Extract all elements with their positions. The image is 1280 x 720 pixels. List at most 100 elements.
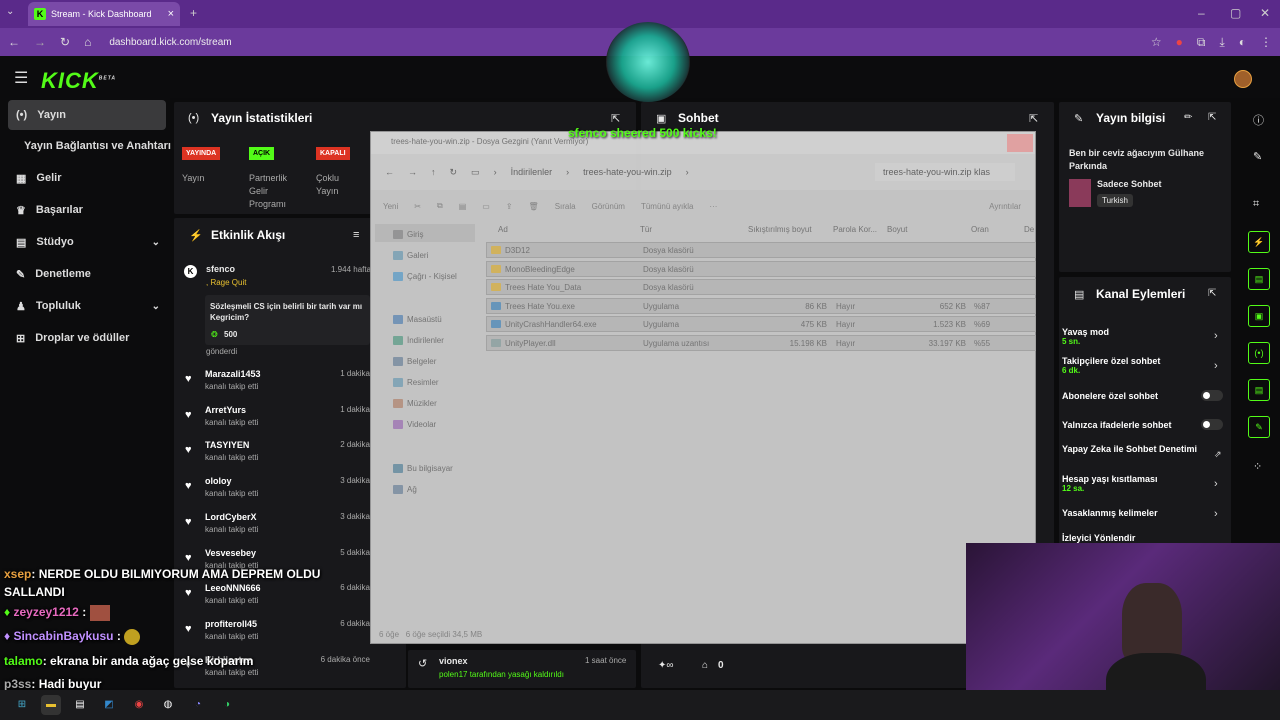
hamburger-menu-icon[interactable]: ☰ [14, 68, 28, 88]
puzzle-icon[interactable]: ⧉ [1197, 35, 1206, 50]
up-icon[interactable]: ↑ [431, 167, 436, 177]
tab-list-icon[interactable]: ⌄ [6, 6, 14, 17]
column-header[interactable]: Tür [640, 225, 652, 234]
delete-icon[interactable]: 🗑 [529, 202, 539, 211]
popout-icon[interactable]: ⇱ [611, 112, 620, 125]
discord-taskbar-icon[interactable]: ◔ [188, 695, 208, 715]
edit-pencil-icon[interactable]: ✏ [1184, 112, 1192, 123]
details-button[interactable]: Ayrıntılar [989, 202, 1021, 211]
wrench-rail-icon[interactable]: ✎ [1248, 416, 1270, 438]
pencil-icon[interactable]: ✎ [1253, 150, 1262, 163]
nav-onedrive[interactable]: Çağrı - Kişisel [393, 272, 457, 282]
file-row[interactable]: D3D12 Dosya klasörü [486, 242, 1036, 258]
close-window-icon[interactable]: ✕ [1260, 6, 1270, 20]
subscribers-only-toggle[interactable] [1201, 390, 1223, 401]
chat-rail-icon[interactable]: ▣ [1248, 305, 1270, 327]
activity-row[interactable]: ♥ LordCyberX kanalı takip etti 3 dakika [180, 512, 370, 548]
file-explorer-window[interactable]: trees-hate-you-win.zip - Dosya Gezgini (… [370, 131, 1036, 644]
extract-all-button[interactable]: Tümünü ayıkla [641, 202, 693, 211]
sidebar-item-stream-key[interactable]: Yayın Bağlantısı ve Anahtarı [16, 131, 174, 161]
menu-icon[interactable]: ⋮ [1260, 35, 1272, 49]
explorer-search-input[interactable]: trees-hate-you-win.zip klas [875, 163, 1015, 181]
breadcrumb-downloads[interactable]: İndirilenler [511, 167, 553, 177]
explorer-close-button[interactable] [1007, 134, 1033, 152]
download-icon[interactable]: ⤓ [1219, 35, 1224, 50]
file-row[interactable]: Trees Hate You_Data Dosya klasörü [486, 279, 1036, 296]
activity-row[interactable]: ♥ ololoy kanalı takip etti 3 dakika [180, 476, 370, 512]
file-row[interactable]: UnityCrashHandler64.exe Uygulama 475 KB Hay… [486, 316, 1036, 333]
chrome-taskbar-icon[interactable]: ◉ [129, 695, 149, 715]
sidebar-item-studyo[interactable]: ▤ Stüdyo ⌄ [8, 227, 166, 257]
ai-moderation-item[interactable]: Yapay Zeka ile Sohbet Denetimi [1062, 444, 1202, 454]
back-icon[interactable]: ← [8, 35, 20, 49]
emotes-only-toggle[interactable] [1201, 419, 1223, 430]
sort-button[interactable]: Sırala [555, 202, 576, 211]
more-icon[interactable]: ··· [709, 202, 717, 211]
home-icon[interactable]: ⌂ [84, 35, 91, 49]
forward-icon[interactable]: → [34, 35, 46, 49]
nav-documents[interactable]: Belgeler [393, 357, 436, 367]
column-header[interactable]: Ad [498, 225, 508, 234]
bookmark-star-icon[interactable]: ☆ [1151, 35, 1162, 49]
actions-rail-icon[interactable]: ▤ [1248, 379, 1270, 401]
column-header[interactable]: Boyut [887, 225, 907, 234]
notes-rail-icon[interactable]: ▤ [1248, 268, 1270, 290]
nav-pictures[interactable]: Resimler [393, 378, 439, 388]
store-icon[interactable]: ⌂ [702, 660, 708, 671]
start-icon[interactable]: ⊞ [12, 695, 32, 715]
share-icon[interactable]: ⇪ [506, 202, 513, 211]
column-header[interactable]: Parola Kor... [833, 225, 877, 234]
profile-icon[interactable]: ◐ [1239, 35, 1246, 49]
actions-popout-icon[interactable]: ⇱ [1208, 288, 1216, 299]
nav-downloads[interactable]: İndirilenler [393, 336, 444, 346]
reload-icon[interactable]: ↻ [60, 35, 70, 49]
browser-tab[interactable]: K Stream - Kick Dashboard × [28, 2, 180, 26]
sidebar-item-gelir[interactable]: ▦ Gelir [8, 163, 166, 193]
file-row[interactable]: UnityPlayer.dll Uygulama uzantısı 15.198 K… [486, 335, 1036, 351]
store-taskbar-icon[interactable]: ▤ [70, 695, 90, 715]
extension-icon[interactable]: ● [1176, 35, 1183, 49]
file-row[interactable]: MonoBleedingEdge Dosya klasörü [486, 260, 1036, 277]
viewer-redirect-item[interactable]: İzleyici Yönlendir [1062, 533, 1227, 543]
nav-music[interactable]: Müzikler [393, 399, 437, 409]
url-field[interactable]: dashboard.kick.com/stream [109, 37, 231, 48]
new-button[interactable]: Yeni [383, 202, 398, 211]
nav-desktop[interactable]: Masaüstü [393, 315, 442, 325]
chat-popout-icon[interactable]: ⇱ [1029, 112, 1038, 125]
info-icon[interactable]: ⓘ [1253, 112, 1264, 128]
kick-logo[interactable]: KICKBETA [41, 68, 116, 94]
column-header[interactable]: De [1024, 225, 1034, 234]
steam-taskbar-icon[interactable]: ◍ [158, 695, 178, 715]
info-popout-icon[interactable]: ⇱ [1208, 112, 1216, 123]
sidebar-item-yayin[interactable]: (•) Yayın [8, 100, 166, 130]
sidebar-item-droplar[interactable]: ⊞ Droplar ve ödüller [8, 323, 166, 353]
sidebar-item-basarilar[interactable]: ♛ Başarılar [8, 195, 166, 225]
nav-this-pc[interactable]: Bu bilgisayar [393, 464, 453, 474]
filter-icon[interactable]: ≡ [353, 229, 359, 241]
dots-icon[interactable]: ⁘ [1253, 460, 1262, 473]
emote-combo-icon[interactable]: ✦∞ [658, 660, 674, 671]
lightning-rail-icon[interactable]: ⚡ [1248, 231, 1270, 253]
user-avatar[interactable] [1234, 70, 1252, 88]
activity-row[interactable]: ♥ TASYIYEN kanalı takip etti 2 dakika [180, 440, 370, 476]
column-header[interactable]: Sıkıştırılmış boyut [748, 225, 812, 234]
activity-row[interactable]: ♥ profiteroll45 kanalı takip etti 6 dakika [180, 619, 370, 655]
slow-mode-item[interactable]: Yavaş mod 5 sn. [1062, 327, 1227, 346]
outlook-taskbar-icon[interactable]: ◩ [99, 695, 119, 715]
nav-home[interactable]: Giriş [393, 230, 423, 240]
broadcast-rail-icon[interactable]: (•) [1248, 342, 1270, 364]
banned-words-item[interactable]: Yasaklanmış kelimeler [1062, 508, 1227, 518]
monitor-icon[interactable]: ▭ [471, 167, 480, 178]
paste-icon[interactable]: ▤ [459, 202, 467, 211]
account-age-item[interactable]: Hesap yaşı kısıtlaması 12 sa. [1062, 474, 1227, 493]
followers-only-item[interactable]: Takipçilere özel sohbet 6 dk. [1062, 356, 1227, 375]
file-row[interactable]: Trees Hate You.exe Uygulama 86 KB Hayır 652 … [486, 297, 1036, 314]
maximize-icon[interactable]: ▢ [1230, 6, 1241, 20]
column-header[interactable]: Oran [971, 225, 989, 234]
view-button[interactable]: Görünüm [592, 202, 625, 211]
sidebar-item-topluluk[interactable]: ♟ Topluluk ⌄ [8, 291, 166, 321]
rename-icon[interactable]: ▭ [482, 202, 490, 211]
nav-gallery[interactable]: Galeri [393, 251, 428, 261]
sidebar-item-denetleme[interactable]: ✎ Denetleme [8, 259, 166, 289]
cut-icon[interactable]: ✂ [414, 202, 421, 211]
